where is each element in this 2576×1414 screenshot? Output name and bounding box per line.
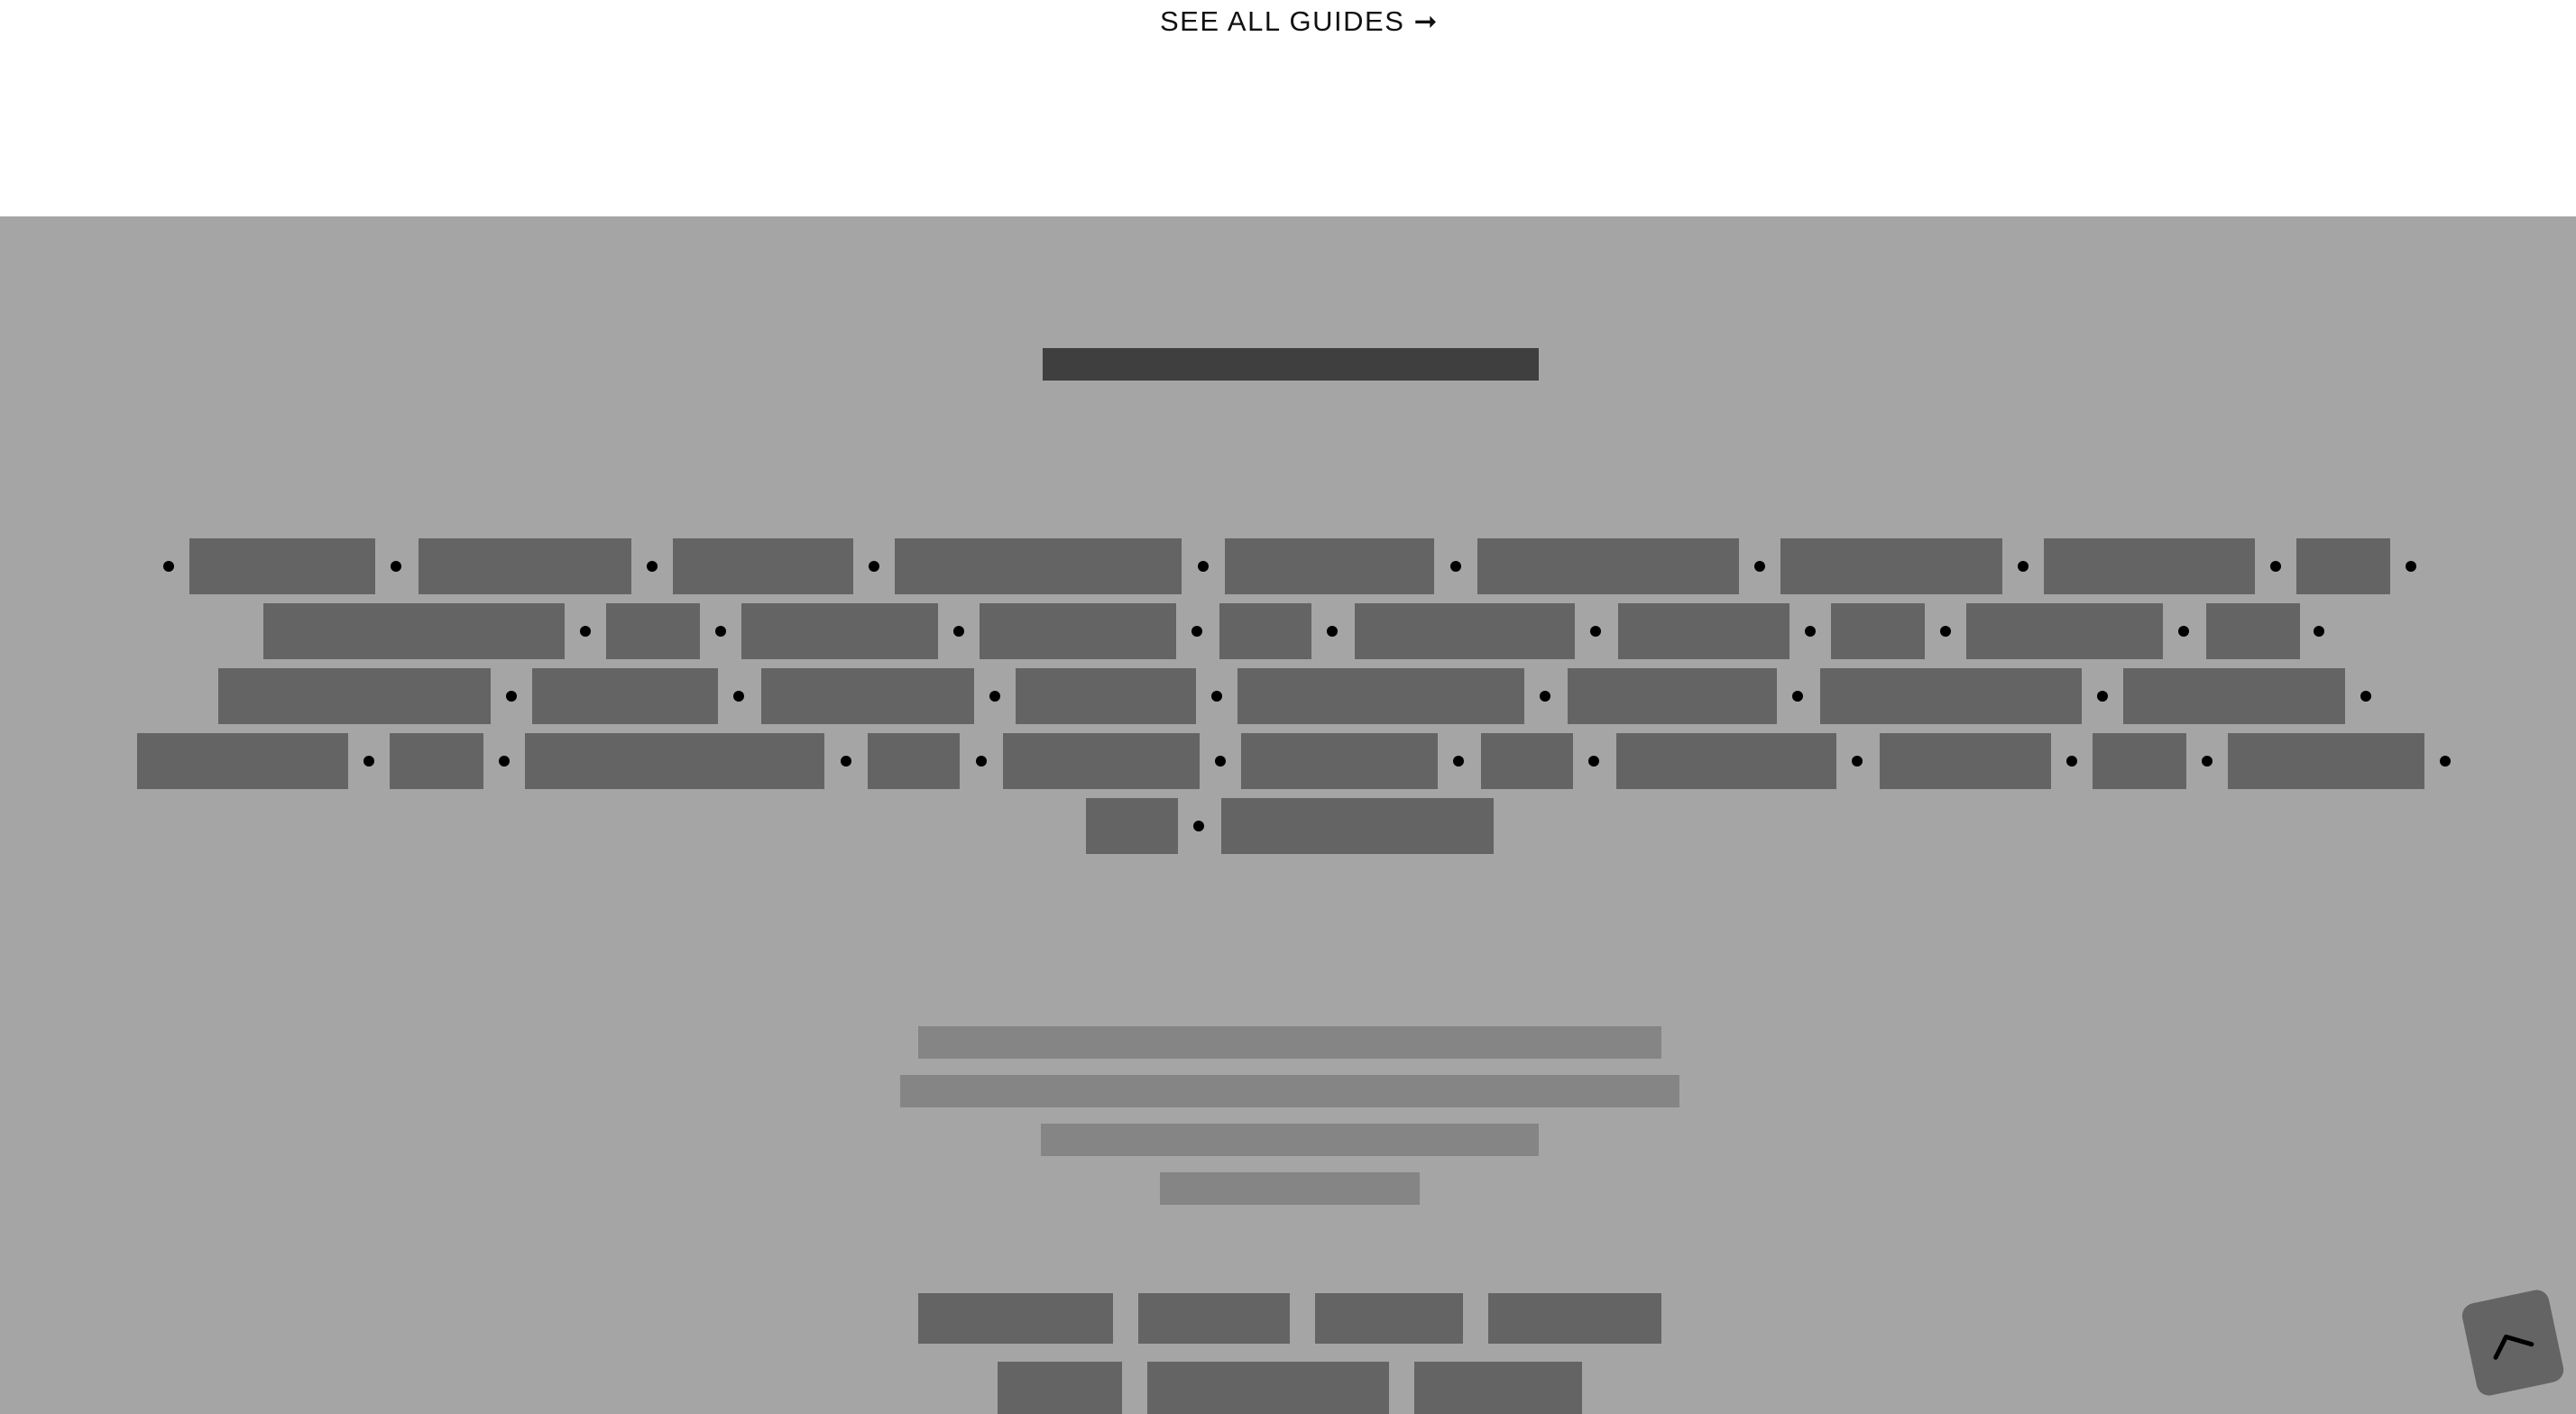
tag-separator xyxy=(1540,691,1550,702)
footer-tag-link[interactable] xyxy=(419,538,631,594)
tag-separator xyxy=(1792,691,1803,702)
tag-separator xyxy=(1191,626,1202,637)
tag-separator xyxy=(1211,691,1222,702)
tag-separator xyxy=(2178,626,2189,637)
chevron-up-icon xyxy=(2493,1334,2535,1360)
footer-tag-link[interactable] xyxy=(1237,668,1524,724)
tag-separator xyxy=(2066,756,2077,767)
tag-separator xyxy=(580,626,591,637)
footer-tag-link[interactable] xyxy=(1880,733,2051,789)
footer-bottom-link[interactable] xyxy=(998,1362,1122,1414)
tag-separator xyxy=(163,561,174,572)
tag-separator xyxy=(1852,756,1863,767)
footer-tag-link[interactable] xyxy=(137,733,348,789)
footer-tag-link[interactable] xyxy=(218,668,491,724)
footer-tag-link[interactable] xyxy=(189,538,375,594)
tag-separator xyxy=(1327,626,1338,637)
footer-text-line xyxy=(1041,1124,1539,1156)
footer-tag-link[interactable] xyxy=(1477,538,1739,594)
tag-separator xyxy=(841,756,851,767)
footer-tag-link[interactable] xyxy=(606,603,700,659)
footer-tag-link[interactable] xyxy=(1219,603,1311,659)
tag-separator xyxy=(976,756,987,767)
footer-tag-link[interactable] xyxy=(673,538,853,594)
footer-tag-link[interactable] xyxy=(1481,733,1573,789)
footer-bottom-link[interactable] xyxy=(1488,1293,1661,1344)
see-all-guides-label: SEE ALL GUIDES xyxy=(1160,5,1405,37)
tag-separator xyxy=(1193,821,1204,831)
footer-tag-link[interactable] xyxy=(761,668,974,724)
tag-separator xyxy=(733,691,744,702)
guides-section: SEE ALL GUIDES ➞ xyxy=(0,0,2576,216)
footer-tag-link[interactable] xyxy=(2044,538,2255,594)
see-all-guides-link[interactable]: SEE ALL GUIDES ➞ xyxy=(1160,5,1439,38)
tag-separator xyxy=(953,626,964,637)
tag-separator xyxy=(869,561,879,572)
footer-tag-link[interactable] xyxy=(2296,538,2390,594)
tag-separator xyxy=(1805,626,1816,637)
tag-separator xyxy=(989,691,1000,702)
footer-bottom-link[interactable] xyxy=(1138,1293,1290,1344)
tag-separator xyxy=(2440,756,2451,767)
footer-tag-link[interactable] xyxy=(980,603,1176,659)
footer-tag-link[interactable] xyxy=(1780,538,2002,594)
tag-separator xyxy=(647,561,658,572)
arrow-right-icon: ➞ xyxy=(1413,5,1440,37)
footer-tag-link[interactable] xyxy=(741,603,938,659)
footer-tag-link[interactable] xyxy=(1225,538,1434,594)
tag-separator xyxy=(506,691,517,702)
tag-separator xyxy=(1588,756,1599,767)
tag-separator xyxy=(2018,561,2029,572)
tag-separator xyxy=(1450,561,1461,572)
tag-separator xyxy=(1453,756,1464,767)
footer-tag-link[interactable] xyxy=(1820,668,2082,724)
tag-separator xyxy=(715,626,726,637)
footer-tag-link[interactable] xyxy=(1003,733,1200,789)
tag-separator xyxy=(2270,561,2281,572)
footer-heading xyxy=(1043,348,1539,381)
tag-separator xyxy=(2406,561,2416,572)
tag-separator xyxy=(2097,691,2108,702)
footer-tag-link[interactable] xyxy=(2228,733,2424,789)
footer-tag-link[interactable] xyxy=(2093,733,2186,789)
footer-text-line xyxy=(1160,1172,1420,1205)
footer-bottom-link[interactable] xyxy=(1315,1293,1463,1344)
tag-separator xyxy=(391,561,401,572)
footer-tag-link[interactable] xyxy=(1568,668,1777,724)
footer xyxy=(0,216,2576,1414)
scroll-to-top-button[interactable] xyxy=(2460,1287,2566,1399)
footer-tag-link[interactable] xyxy=(895,538,1182,594)
footer-tag-link[interactable] xyxy=(1241,733,1438,789)
footer-tag-link[interactable] xyxy=(1355,603,1575,659)
footer-tag-link[interactable] xyxy=(532,668,718,724)
footer-bottom-link[interactable] xyxy=(1147,1362,1389,1414)
footer-tag-link[interactable] xyxy=(390,733,483,789)
tag-separator xyxy=(363,756,374,767)
tag-separator xyxy=(2202,756,2213,767)
tag-separator xyxy=(499,756,510,767)
footer-tag-link[interactable] xyxy=(1618,603,1789,659)
footer-tag-link[interactable] xyxy=(1016,668,1196,724)
footer-tag-link[interactable] xyxy=(1086,798,1178,854)
footer-text-line xyxy=(900,1075,1679,1107)
footer-text-line xyxy=(918,1026,1661,1059)
footer-tag-link[interactable] xyxy=(2206,603,2300,659)
footer-tag-link[interactable] xyxy=(868,733,960,789)
tag-separator xyxy=(1754,561,1765,572)
footer-tag-link[interactable] xyxy=(525,733,824,789)
footer-bottom-link[interactable] xyxy=(918,1293,1113,1344)
footer-tag-link[interactable] xyxy=(1616,733,1836,789)
tag-separator xyxy=(1940,626,1951,637)
tag-separator xyxy=(1590,626,1601,637)
tag-separator xyxy=(2360,691,2371,702)
footer-tag-link[interactable] xyxy=(263,603,565,659)
tag-separator xyxy=(2314,626,2324,637)
footer-bottom-link[interactable] xyxy=(1414,1362,1582,1414)
footer-tag-link[interactable] xyxy=(1831,603,1925,659)
footer-tag-link[interactable] xyxy=(1221,798,1494,854)
footer-tag-link[interactable] xyxy=(1966,603,2163,659)
tag-separator xyxy=(1198,561,1209,572)
footer-tag-link[interactable] xyxy=(2123,668,2345,724)
tag-separator xyxy=(1215,756,1226,767)
